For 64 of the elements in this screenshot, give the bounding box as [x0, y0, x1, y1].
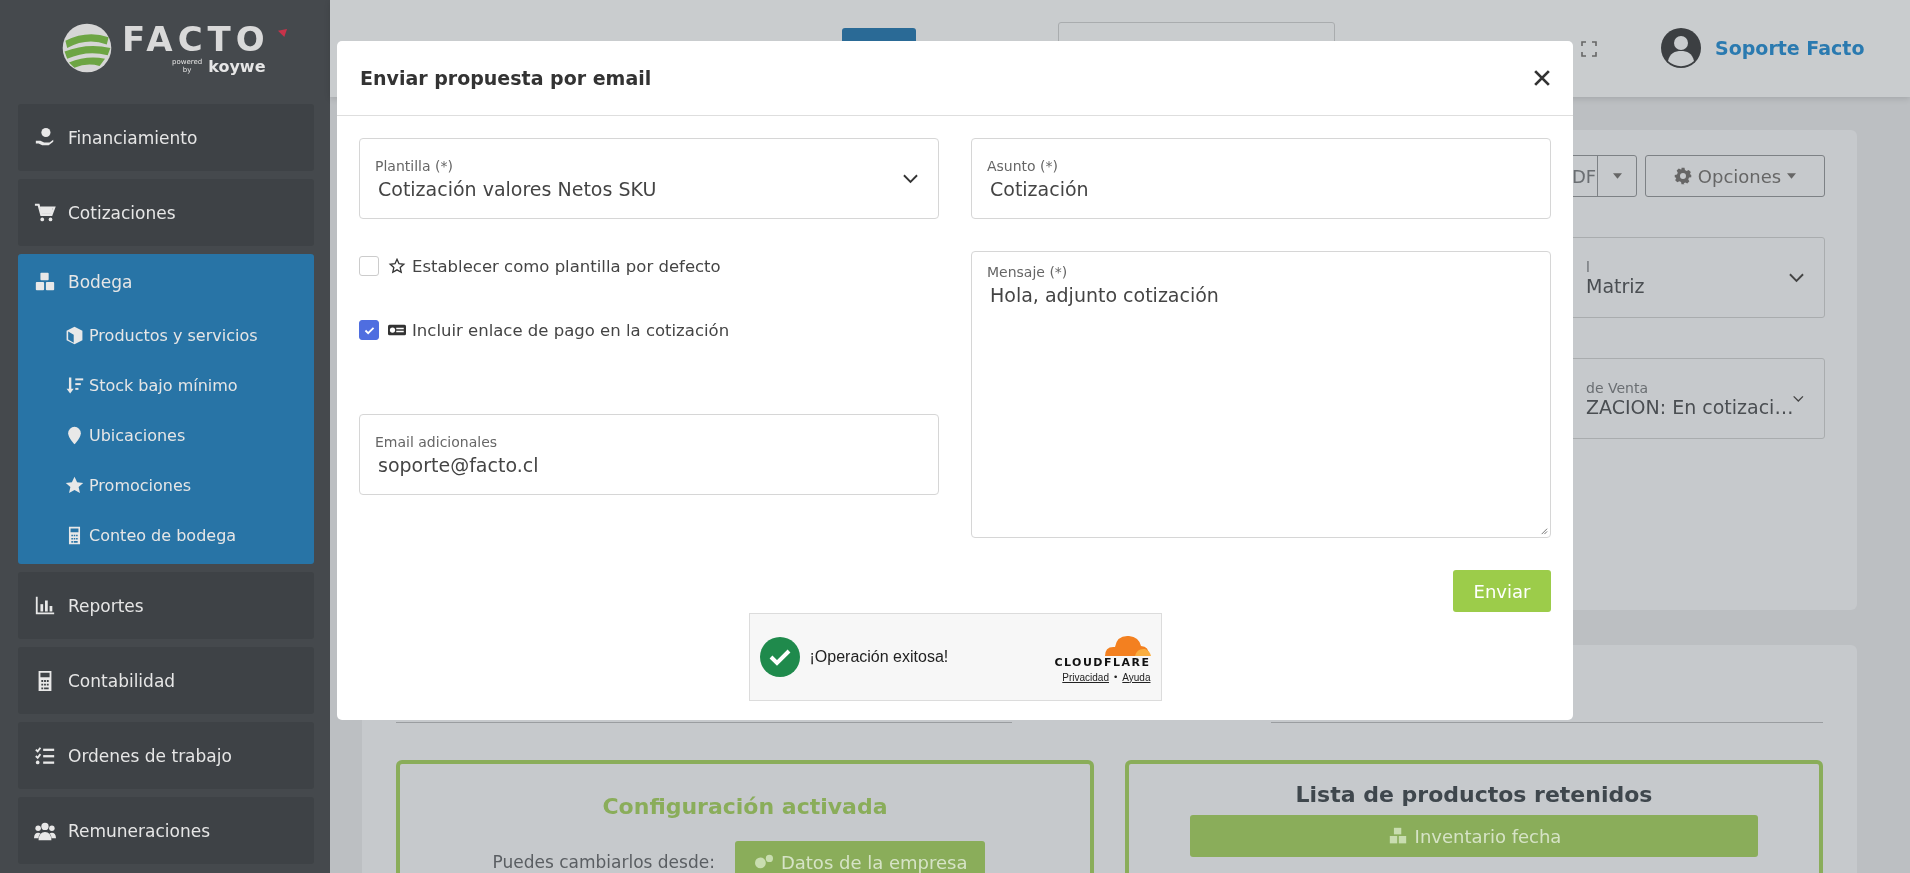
submenu-item[interactable]: Promociones [89, 475, 192, 495]
sidebar-item[interactable]: Financiamiento [18, 104, 314, 171]
checkbox-label: Incluir enlace de pago en la cotización [412, 320, 730, 340]
sort-down-icon [65, 375, 84, 395]
logo-accent-icon [277, 28, 287, 38]
bar-chart-icon [34, 594, 56, 617]
cart-icon [34, 201, 56, 224]
caret-icon [1612, 173, 1622, 179]
sidebar-label: Ordenes de trabajo [68, 745, 232, 766]
email-field[interactable]: Email adicionales soporte@facto.cl [359, 414, 939, 495]
caret-icon [1787, 173, 1797, 179]
success-check-icon [759, 637, 800, 677]
sidebar-item[interactable]: Cotizaciones [18, 179, 314, 246]
gear-icon [1673, 167, 1692, 185]
sidebar-label: Contabilidad [68, 670, 176, 691]
submenu-item[interactable]: Conteo de bodega [89, 525, 237, 545]
panel-title: Lista de productos retenidos [1295, 782, 1653, 807]
avatar-icon[interactable] [1661, 28, 1701, 68]
chevron-down-icon [903, 173, 918, 184]
help-link[interactable]: Ayuda [1122, 671, 1151, 683]
checkbox-label: Establecer como plantilla por defecto [412, 256, 721, 276]
submenu-item[interactable]: Productos y servicios [89, 325, 258, 345]
star-icon [65, 475, 84, 495]
subject-field[interactable]: Asunto (*) Cotización [971, 138, 1551, 219]
close-icon[interactable] [1534, 70, 1550, 86]
sidebar-label: Cotizaciones [68, 202, 176, 223]
partner-logo: koywe [208, 56, 266, 76]
sidebar-item[interactable]: Bodega Productos y servicios Stock bajo mínimo Ubicaciones Promociones Conteo de bodega [18, 254, 314, 564]
captcha-status: ¡Operación exitosa! [809, 648, 950, 666]
sidebar-label: Remuneraciones [68, 820, 211, 841]
sidebar-item[interactable]: Reportes [18, 572, 314, 639]
template-select[interactable]: Plantilla (*) Cotización valores Netos SKU [359, 138, 939, 219]
user-name[interactable]: Soporte Facto [1715, 37, 1865, 59]
logo-wordmark: FACTO [122, 20, 270, 57]
options-button[interactable]: Opciones [1645, 155, 1825, 197]
captcha-brand: CLOUDFLARE [1054, 655, 1151, 669]
panel-text: Puedes cambiarlos desde: [492, 852, 715, 872]
sidebar-item[interactable]: Contabilidad [18, 647, 314, 714]
link-separator: • [1113, 672, 1119, 682]
sidebar-item[interactable]: Ordenes de trabajo [18, 722, 314, 789]
message-field[interactable]: Mensaje (*) Hola, adjunto cotización [971, 251, 1551, 538]
dialog-title: Enviar propuesta por email [360, 67, 652, 89]
money-bill-icon [388, 322, 406, 338]
resize-grip-icon[interactable] [1539, 526, 1548, 535]
star-outline-icon [388, 258, 406, 274]
checkmark-icon [363, 325, 375, 335]
privacy-link[interactable]: Privacidad [1062, 671, 1109, 683]
box-icon [65, 325, 84, 345]
sidebar-label: Bodega [68, 272, 133, 292]
map-pin-icon [65, 425, 84, 445]
sidebar-label: Reportes [68, 595, 144, 616]
checkbox[interactable] [359, 320, 379, 340]
fullscreen-icon[interactable] [1581, 41, 1597, 57]
checkbox[interactable] [359, 256, 379, 276]
logo-swirl-icon [60, 21, 114, 75]
panel-title: Configuración activada [602, 794, 888, 819]
boxes-icon [34, 271, 56, 293]
chevron-down-icon [1793, 393, 1804, 404]
sidebar-label: Financiamiento [68, 127, 198, 148]
submenu-item[interactable]: Stock bajo mínimo [89, 375, 238, 395]
submenu-item[interactable]: Ubicaciones [89, 425, 186, 445]
sidebar-item[interactable]: Remuneraciones [18, 797, 314, 864]
chevron-down-icon [1789, 272, 1804, 283]
checklist-icon [34, 744, 56, 767]
